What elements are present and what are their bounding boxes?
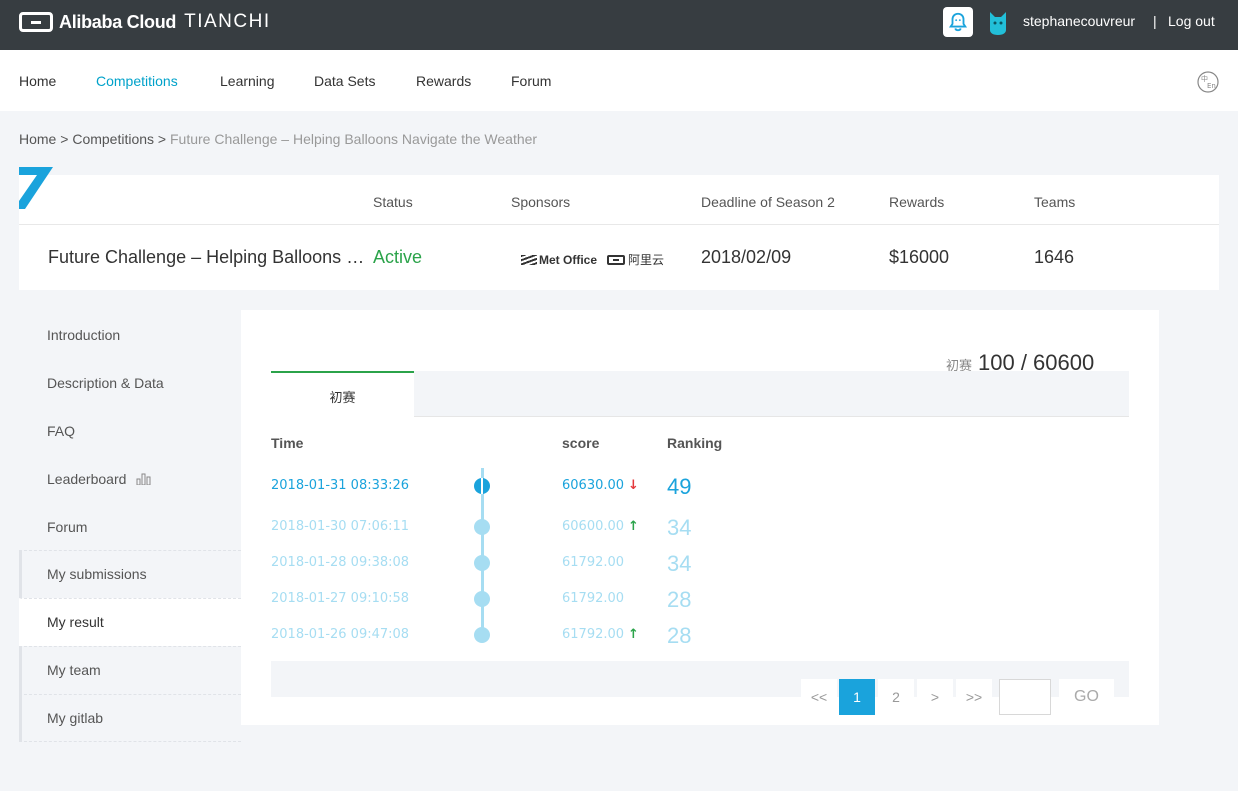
pager-next-button[interactable]: >: [917, 679, 953, 715]
sidebar-item-my-gitlab[interactable]: My gitlab: [19, 694, 241, 742]
breadcrumb-home[interactable]: Home: [19, 131, 56, 147]
row-score: 60630.00 ↓: [562, 478, 639, 493]
breadcrumb-current: Future Challenge – Helping Balloons Navi…: [170, 131, 538, 147]
language-switch-icon[interactable]: 中 En: [1197, 71, 1219, 93]
deadline-value: 2018/02/09: [701, 247, 792, 267]
competition-summary: Status Sponsors Deadline of Season 2 Rew…: [19, 175, 1219, 290]
pager-page-1[interactable]: 1: [839, 679, 875, 715]
row-time: 2018-01-26 09:47:08: [271, 627, 410, 642]
row-time: 2018-01-27 09:10:58: [271, 591, 410, 606]
sidebar-item-label: My team: [47, 662, 101, 678]
row-rank: 28: [667, 587, 692, 612]
sidebar-item-label: My gitlab: [47, 710, 104, 726]
row-rank: 34: [667, 515, 692, 540]
pager-page-2[interactable]: 2: [878, 679, 914, 715]
breadcrumb: Home > Competitions > Future Challenge –…: [19, 131, 537, 147]
timeline-dot: [474, 555, 490, 571]
score-value: 60600.00: [562, 519, 625, 534]
breadcrumb-competitions[interactable]: Competitions: [72, 131, 154, 147]
username-link[interactable]: stephanecouvreur: [1023, 13, 1135, 29]
sidebar-item-my-result[interactable]: My result: [19, 598, 241, 646]
svg-text:En: En: [1207, 82, 1216, 90]
sponsor-met-office: Met Office: [539, 252, 598, 267]
pager-last-button[interactable]: >>: [956, 679, 992, 715]
row-score: 60600.00 ↑: [562, 519, 639, 534]
score-value: 60630.00: [562, 478, 625, 493]
timeline-dot: [474, 591, 490, 607]
divider: [19, 224, 1219, 225]
sidebar-item-label: My result: [47, 614, 104, 630]
breadcrumb-separator: >: [60, 131, 69, 147]
aliyun-logo-icon: [607, 254, 626, 265]
pager-first-button[interactable]: <<: [801, 679, 837, 715]
row-time: 2018-01-28 09:38:08: [271, 555, 410, 570]
page-number-input[interactable]: [999, 679, 1051, 715]
timeline-dot: [474, 478, 490, 494]
sidebar-item-my-submissions[interactable]: My submissions: [19, 550, 241, 598]
alibaba-cloud-logo-icon: [19, 12, 53, 32]
bell-icon[interactable]: [943, 7, 973, 37]
column-header-score: score: [562, 435, 600, 451]
arrow-up-icon: ↑: [628, 519, 639, 534]
result-panel: 初赛 100 / 60600 初赛 Time score Ranking 201…: [241, 310, 1159, 725]
met-office-logo-icon: [521, 254, 537, 265]
stage-tabs: 初赛: [271, 371, 1129, 417]
breadcrumb-separator: >: [157, 131, 167, 147]
separator: |: [1153, 13, 1157, 29]
sponsor-aliyun: 阿里云: [607, 251, 664, 268]
competition-corner-badge-icon: [19, 167, 53, 209]
logout-link[interactable]: Log out: [1168, 13, 1215, 29]
alibaba-cloud-logo[interactable]: Alibaba Cloud TIANCHI: [19, 11, 271, 33]
nav-rewards[interactable]: Rewards: [416, 73, 471, 89]
timeline-dot: [474, 627, 490, 643]
main-nav: Home Competitions Learning Data Sets Rew…: [0, 50, 1238, 111]
row-rank: 49: [667, 474, 692, 499]
go-button[interactable]: GO: [1059, 679, 1114, 715]
sidebar-item-faq[interactable]: FAQ: [47, 423, 75, 439]
rewards-value: $16000: [889, 247, 950, 267]
column-header-time: Time: [271, 435, 304, 451]
row-rank: 28: [667, 623, 692, 648]
teams-header: Teams: [1034, 194, 1076, 210]
sidebar-item-forum[interactable]: Forum: [47, 519, 87, 535]
sponsors-header: Sponsors: [511, 194, 571, 210]
row-time: 2018-01-30 07:06:11: [271, 519, 410, 534]
sidebar-item-leaderboard[interactable]: Leaderboard: [47, 471, 152, 487]
tab-preliminary[interactable]: 初赛: [271, 371, 414, 417]
sidebar-item-label: Leaderboard: [47, 471, 127, 487]
deadline-header: Deadline of Season 2: [701, 194, 835, 210]
logo-product: TIANCHI: [184, 11, 271, 32]
row-time: 2018-01-31 08:33:26: [271, 478, 410, 493]
nav-home[interactable]: Home: [19, 73, 56, 89]
bar-chart-icon: [136, 473, 151, 485]
status-header: Status: [373, 194, 413, 210]
row-score: 61792.00: [562, 555, 625, 570]
sidebar-item-my-team[interactable]: My team: [19, 646, 241, 694]
sidebar-item-introduction[interactable]: Introduction: [47, 327, 120, 343]
rewards-header: Rewards: [889, 194, 945, 210]
row-rank: 34: [667, 551, 692, 576]
timeline-dot: [474, 519, 490, 535]
sidebar-item-label: My submissions: [47, 566, 147, 582]
column-header-ranking: Ranking: [667, 435, 723, 451]
competition-title[interactable]: Future Challenge – Helping Balloons Navi…: [48, 247, 368, 268]
teams-value: 1646: [1034, 247, 1075, 267]
nav-data-sets[interactable]: Data Sets: [314, 73, 375, 89]
score-value: 61792.00: [562, 627, 625, 642]
row-score: 61792.00: [562, 591, 625, 606]
row-score: 61792.00 ↑: [562, 627, 639, 642]
cat-avatar-icon[interactable]: [987, 8, 1009, 36]
sidebar-item-description-data[interactable]: Description & Data: [47, 375, 164, 391]
nav-forum[interactable]: Forum: [511, 73, 551, 89]
sponsor-aliyun-label: 阿里云: [628, 253, 665, 267]
arrow-down-icon: ↓: [628, 478, 639, 493]
arrow-up-icon: ↑: [628, 627, 639, 642]
sponsor-logos: Met Office 阿里云: [521, 251, 664, 268]
logo-text: Alibaba Cloud: [59, 11, 177, 32]
status-value: Active: [373, 247, 423, 267]
sidebar: Introduction Description & Data FAQ Lead…: [19, 310, 241, 744]
nav-learning[interactable]: Learning: [220, 73, 275, 89]
top-bar: Alibaba Cloud TIANCHI stephanecouvreur |…: [0, 0, 1238, 50]
nav-competitions[interactable]: Competitions: [96, 73, 178, 89]
